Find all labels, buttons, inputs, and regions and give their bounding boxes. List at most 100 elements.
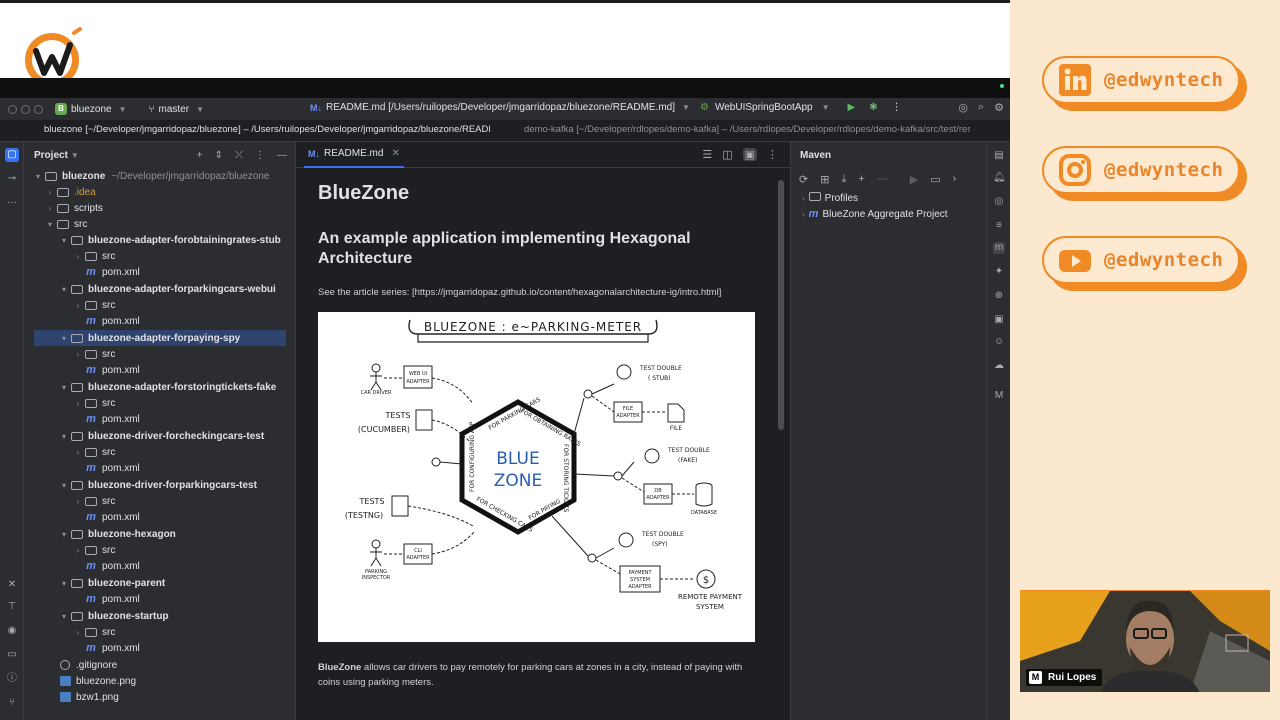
tree-item-file[interactable]: bzw1.png bbox=[58, 689, 119, 705]
download-icon[interactable]: ⤓ bbox=[841, 173, 846, 186]
tree-item[interactable]: › src bbox=[72, 297, 116, 313]
notifications-icon[interactable]: 🔔︎ bbox=[993, 172, 1006, 184]
tree-item-module[interactable]: ▾ bluezone-parent bbox=[58, 575, 165, 591]
file-title[interactable]: M↓ README.md [/Users/ruilopes/Developer/… bbox=[310, 102, 690, 113]
tree-item-file[interactable]: .gitignore bbox=[58, 657, 117, 673]
tree-item-module-selected[interactable]: ▾ bluezone-adapter-forpaying-spy bbox=[34, 330, 286, 346]
tree-item-module[interactable]: ▾ bluezone-driver-forparkingcars-test bbox=[58, 477, 257, 493]
maven-project[interactable]: › m BlueZone Aggregate Project bbox=[791, 206, 986, 222]
problems-icon[interactable]: ⓘ bbox=[5, 672, 19, 686]
tree-item-pom[interactable]: m pom.xml bbox=[84, 558, 140, 574]
run-icon[interactable]: ▶ bbox=[848, 102, 856, 113]
social-linkedin[interactable]: @edwyntech bbox=[1042, 56, 1247, 111]
remove-icon[interactable]: — bbox=[877, 173, 888, 185]
collapse-all-icon[interactable]: ⤬ bbox=[235, 150, 243, 161]
tree-item[interactable]: › src bbox=[72, 542, 116, 558]
tree-item[interactable]: › scripts bbox=[44, 200, 103, 216]
module-folder-icon bbox=[70, 235, 84, 246]
settings-icon[interactable]: ⚙ bbox=[994, 101, 1004, 114]
tree-item[interactable]: › .idea bbox=[44, 184, 96, 200]
reload-icon[interactable]: ⟳ bbox=[799, 173, 808, 186]
gradle-icon[interactable]: ✦ bbox=[993, 266, 1005, 278]
editor-only-icon[interactable]: ☰ bbox=[702, 148, 712, 161]
branch-switcher[interactable]: ⑂ master ▼ bbox=[149, 104, 204, 115]
td-stub-label: TEST DOUBLE bbox=[639, 365, 682, 372]
terminal-icon[interactable]: ▭ bbox=[5, 648, 19, 662]
tree-item-module[interactable]: ▾ bluezone-startup bbox=[58, 608, 169, 624]
chevron-down-icon[interactable]: ▼ bbox=[71, 151, 79, 160]
tree-item-pom[interactable]: m pom.xml bbox=[84, 509, 140, 525]
tree-item-pom[interactable]: m pom.xml bbox=[84, 640, 140, 656]
markdown-tool-icon[interactable]: M bbox=[993, 390, 1005, 402]
tree-item-pom[interactable]: m pom.xml bbox=[84, 411, 140, 427]
tree-item-pom[interactable]: m pom.xml bbox=[84, 264, 140, 280]
database-tool-icon[interactable]: ≡ bbox=[993, 220, 1005, 232]
minimize-window-icon[interactable] bbox=[21, 104, 30, 114]
tree-item[interactable]: › src bbox=[72, 248, 116, 264]
ai-icon[interactable]: ◎ bbox=[993, 196, 1005, 208]
tree-item-module[interactable]: ▾ bluezone-adapter-forstoringtickets-fake bbox=[58, 379, 276, 395]
more-icon[interactable]: ⋮ bbox=[767, 148, 778, 161]
preview-only-icon[interactable]: ▣ bbox=[742, 148, 757, 161]
tree-item[interactable]: › src bbox=[72, 395, 116, 411]
maximize-window-icon[interactable] bbox=[34, 104, 43, 114]
hide-icon[interactable]: — bbox=[277, 150, 287, 161]
codewithme-icon[interactable]: ▣ bbox=[993, 314, 1005, 326]
debug-icon[interactable]: ✱ bbox=[869, 102, 877, 113]
social-instagram[interactable]: @edwyntech bbox=[1042, 146, 1247, 201]
run-config-selector[interactable]: ⚙ WebUISpringBootApp ▼ ▶ ✱ ⋮ bbox=[700, 102, 902, 113]
webcam-name: Rui Lopes bbox=[1048, 672, 1097, 683]
endpoints-icon[interactable]: ⊕ bbox=[993, 290, 1005, 302]
editor-scrollbar[interactable] bbox=[778, 180, 784, 430]
add-folder-icon[interactable]: ⊞ bbox=[820, 173, 829, 186]
tree-item-pom[interactable]: m pom.xml bbox=[84, 313, 140, 329]
tree-item[interactable]: › src bbox=[72, 493, 116, 509]
project-pane-title[interactable]: Project bbox=[34, 150, 68, 161]
maven-tool-icon[interactable]: m bbox=[993, 242, 1005, 254]
tree-item[interactable]: › src bbox=[72, 624, 116, 640]
maven-profiles[interactable]: › Profiles bbox=[791, 190, 986, 206]
project-tab-bluezone[interactable]: bluezone [~/Developer/jmgarridopaz/bluez… bbox=[44, 124, 490, 135]
expand-all-icon[interactable]: ⇕ bbox=[215, 150, 223, 161]
editor-tab-readme[interactable]: M↓ README.md ✕ bbox=[304, 142, 404, 168]
add-icon[interactable]: + bbox=[858, 173, 864, 185]
toggle-offline-icon[interactable]: ▭ bbox=[930, 173, 940, 186]
commit-tool-icon[interactable]: ⊸ bbox=[5, 172, 19, 186]
chevron-right-icon[interactable]: › bbox=[953, 173, 957, 185]
tree-item-module[interactable]: ▾ bluezone-driver-forcheckingcars-test bbox=[58, 428, 264, 444]
more-icon[interactable]: ⋮ bbox=[892, 102, 902, 113]
run-icon[interactable]: ▶ bbox=[910, 173, 918, 186]
tree-item[interactable]: › src bbox=[72, 444, 116, 460]
close-window-icon[interactable] bbox=[8, 104, 17, 114]
project-switcher[interactable]: B bluezone ▼ bbox=[55, 103, 127, 115]
tree-item-pom[interactable]: m pom.xml bbox=[84, 591, 140, 607]
tree-item[interactable]: › src bbox=[72, 346, 116, 362]
split-view-icon[interactable]: ◫ bbox=[722, 148, 732, 161]
more-icon[interactable]: ⋮ bbox=[255, 150, 265, 161]
git-icon[interactable]: ⑂ bbox=[5, 696, 19, 710]
search-icon[interactable]: ⌕ bbox=[978, 101, 984, 114]
tree-item-root[interactable]: ▾ bluezone ~/Developer/jmgarridopaz/bluezo… bbox=[32, 168, 270, 184]
project-tab-demo-kafka[interactable]: demo-kafka [~/Developer/rdlopes/demo-kaf… bbox=[524, 124, 970, 135]
project-tool-icon[interactable]: ▢ bbox=[5, 148, 19, 162]
tree-item-module[interactable]: ▾ bluezone-hexagon bbox=[58, 526, 176, 542]
title-bar-actions: ◎ ⌕ ⚙ bbox=[958, 101, 1004, 114]
tree-item-pom[interactable]: m pom.xml bbox=[84, 362, 140, 378]
social-youtube[interactable]: @edwyntech bbox=[1042, 236, 1247, 291]
close-icon[interactable]: ✕ bbox=[391, 148, 399, 159]
structure-icon[interactable]: ▤ bbox=[993, 150, 1005, 162]
cloud-icon[interactable]: ☁ bbox=[993, 360, 1005, 372]
add-icon[interactable]: + bbox=[197, 150, 203, 161]
services-icon[interactable]: ✕ bbox=[5, 578, 19, 592]
ai-assistant-icon[interactable]: ◎ bbox=[958, 101, 968, 114]
tree-item-module[interactable]: ▾ bluezone-adapter-forparkingcars-webui bbox=[58, 281, 276, 297]
copilot-icon[interactable]: ☺ bbox=[993, 336, 1005, 348]
build-icon[interactable]: ⊤ bbox=[5, 600, 19, 614]
article-link-line[interactable]: See the article series: [https://jmgarri… bbox=[318, 285, 758, 300]
tree-item[interactable]: ▾ src bbox=[44, 216, 87, 232]
tree-item-file[interactable]: bluezone.png bbox=[58, 673, 136, 689]
more-tools-icon[interactable]: … bbox=[5, 194, 19, 208]
tree-item-module[interactable]: ▾ bluezone-adapter-forobtainingrates-stub bbox=[58, 232, 281, 248]
run-tool-icon[interactable]: ◉ bbox=[5, 624, 19, 638]
tree-item-pom[interactable]: m pom.xml bbox=[84, 460, 140, 476]
